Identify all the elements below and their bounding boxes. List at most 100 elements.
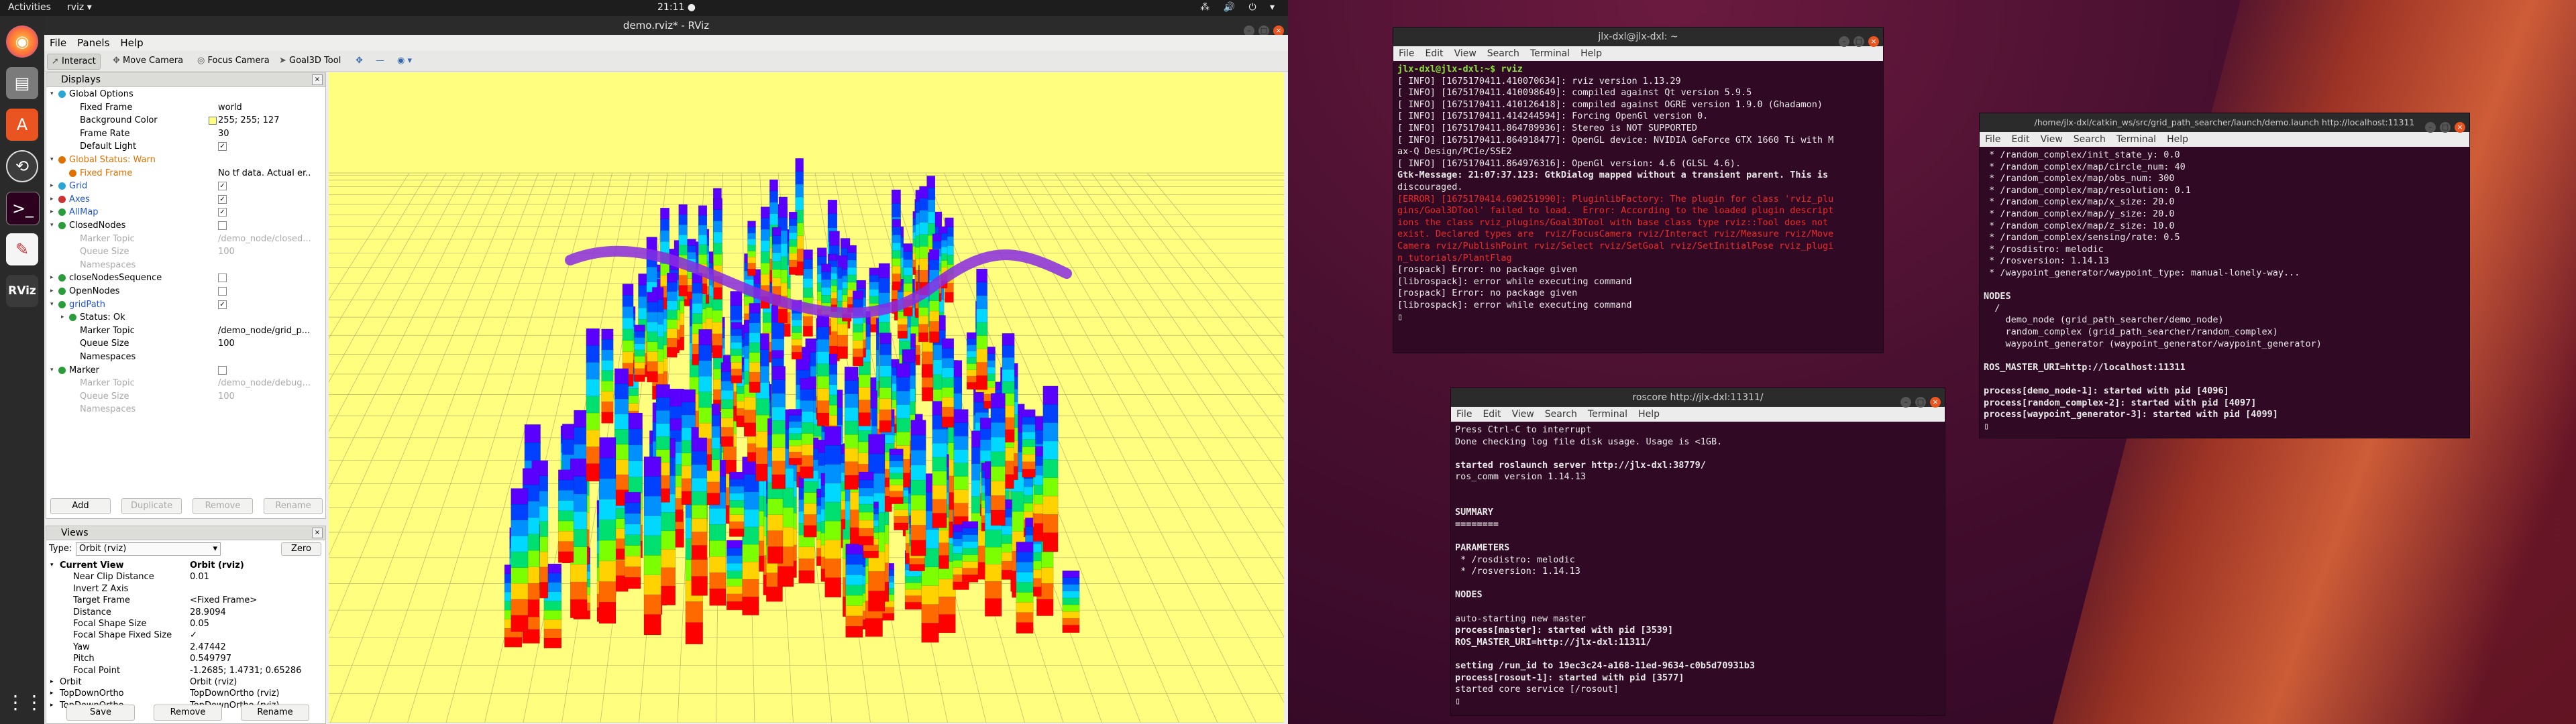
display-row[interactable]: Marker Topic/demo_node/grid_p... bbox=[46, 324, 312, 337]
add-tool-button[interactable]: ✥ bbox=[352, 54, 367, 68]
updates-icon[interactable]: ⟲ bbox=[6, 150, 38, 182]
display-row[interactable]: Marker Topic/demo_node/debug... bbox=[46, 377, 312, 389]
display-row[interactable]: Namespaces bbox=[46, 351, 312, 363]
display-row[interactable]: Queue Size 100 bbox=[46, 337, 312, 350]
close-icon[interactable]: × bbox=[1868, 36, 1879, 47]
display-row[interactable]: Frame Rate 30 bbox=[46, 127, 312, 140]
goal3d-tool[interactable]: ➤ Goal3D Tool bbox=[275, 54, 345, 68]
menu-terminal[interactable]: Terminal bbox=[1582, 409, 1633, 420]
menu-edit[interactable]: Edit bbox=[1419, 48, 1448, 59]
display-row[interactable]: ▾ Marker bbox=[46, 364, 312, 377]
rename-button[interactable]: Rename bbox=[264, 498, 323, 514]
menu-search[interactable]: Search bbox=[1482, 48, 1525, 59]
display-value[interactable]: 30 bbox=[218, 127, 311, 140]
add-button[interactable]: Add bbox=[50, 498, 111, 514]
menu-file[interactable]: File bbox=[1393, 48, 1419, 59]
maximize-icon[interactable]: □ bbox=[1854, 36, 1864, 47]
display-value[interactable]: world bbox=[218, 101, 311, 114]
maximize-icon[interactable]: □ bbox=[2440, 122, 2451, 133]
display-row[interactable]: Namespaces bbox=[46, 403, 312, 416]
display-row[interactable]: ▸ Status: Ok bbox=[46, 311, 312, 324]
menu-file[interactable]: File bbox=[1980, 134, 2006, 145]
expand-arrow-icon[interactable]: ▸ bbox=[50, 285, 54, 298]
menu-help[interactable]: Help bbox=[1633, 409, 1665, 420]
menu-view[interactable]: View bbox=[1507, 409, 1540, 420]
expand-arrow-icon[interactable]: ▸ bbox=[50, 206, 54, 219]
terminal-icon[interactable]: >_ bbox=[6, 192, 40, 225]
firefox-icon[interactable]: ◉ bbox=[6, 25, 38, 58]
display-row[interactable]: Fixed Frame world bbox=[46, 101, 312, 114]
apps-grid-icon[interactable]: ⋮⋮⋮ bbox=[6, 686, 62, 719]
menu-help[interactable]: Help bbox=[1575, 48, 1607, 59]
menu-search[interactable]: Search bbox=[2068, 134, 2111, 145]
display-row[interactable]: Marker Topic/demo_node/closed... bbox=[46, 233, 312, 245]
view-row[interactable]: ▸ TopDownOrtho TopDownOrtho (rviz) bbox=[46, 688, 312, 699]
remove-view-button[interactable]: Remove bbox=[154, 705, 222, 721]
interact-tool[interactable]: ➚ Interact bbox=[47, 54, 101, 70]
remove-tool-button[interactable]: — bbox=[372, 54, 388, 68]
display-checkbox[interactable] bbox=[218, 221, 227, 230]
view-row[interactable]: Near Clip Distance 0.01 bbox=[46, 571, 312, 583]
view-property-value[interactable]: -1.2685; 1.4731; 0.65286 bbox=[190, 665, 311, 676]
view-property-value[interactable]: <Fixed Frame> bbox=[190, 595, 311, 606]
menu-terminal[interactable]: Terminal bbox=[2111, 134, 2161, 145]
view-row[interactable]: ▸ Orbit Orbit (rviz) bbox=[46, 676, 312, 688]
rename-view-button[interactable]: Rename bbox=[241, 705, 309, 721]
close-icon[interactable]: × bbox=[1930, 397, 1941, 408]
expand-arrow-icon[interactable]: ▾ bbox=[50, 219, 54, 232]
expand-arrow-icon[interactable]: ▾ bbox=[50, 364, 54, 377]
view-row[interactable]: Focal Shape Fixed Size ✓ bbox=[46, 629, 312, 641]
menu-help[interactable]: Help bbox=[115, 35, 148, 51]
menu-view[interactable]: View bbox=[2035, 134, 2068, 145]
display-checkbox[interactable]: ✓ bbox=[218, 208, 227, 217]
menu-file[interactable]: File bbox=[44, 35, 72, 51]
expand-arrow-icon[interactable]: ▸ bbox=[50, 676, 54, 688]
view-property-value[interactable]: TopDownOrtho (rviz) bbox=[190, 688, 311, 699]
terminal-demo-launch[interactable]: /home/jlx-dxl/catkin_ws/src/grid_path_se… bbox=[1979, 113, 2470, 438]
display-row[interactable]: ▸ Grid ✓ bbox=[46, 180, 312, 192]
view-row[interactable]: Invert Z Axis bbox=[46, 583, 312, 595]
files-icon[interactable]: ▤ bbox=[6, 67, 38, 99]
display-row[interactable]: Queue Size 100 bbox=[46, 390, 312, 403]
app-menu[interactable]: rviz ▾ bbox=[67, 2, 92, 13]
display-value[interactable]: /demo_node/closed... bbox=[218, 233, 311, 245]
expand-arrow-icon[interactable]: ▾ bbox=[50, 298, 54, 311]
terminal-rviz[interactable]: jlx-dxl@jlx-dxl: ~ – □ × File Edit View Searc… bbox=[1393, 27, 1884, 353]
minimize-icon[interactable]: – bbox=[2425, 122, 2436, 133]
menu-search[interactable]: Search bbox=[1540, 409, 1582, 420]
display-row[interactable]: Namespaces bbox=[46, 259, 312, 272]
menu-view[interactable]: View bbox=[1449, 48, 1482, 59]
display-row[interactable]: Fixed Frame No tf data. Actual er... bbox=[46, 167, 312, 180]
close-icon[interactable]: × bbox=[312, 528, 323, 538]
close-icon[interactable]: × bbox=[312, 74, 323, 85]
clock[interactable]: 21:11 ● bbox=[657, 2, 696, 13]
display-row[interactable]: ▸ Axes ✓ bbox=[46, 193, 312, 206]
close-icon[interactable]: × bbox=[2455, 122, 2465, 133]
software-icon[interactable]: A bbox=[6, 109, 38, 141]
maximize-icon[interactable]: □ bbox=[1915, 397, 1926, 408]
view-row[interactable]: Pitch 0.549797 bbox=[46, 653, 312, 664]
menu-file[interactable]: File bbox=[1451, 409, 1477, 420]
view-property-value[interactable]: 0.01 bbox=[190, 571, 311, 583]
expand-arrow-icon[interactable]: ▾ bbox=[50, 560, 54, 571]
menu-panels[interactable]: Panels bbox=[72, 35, 115, 51]
display-value[interactable]: 100 bbox=[218, 245, 311, 258]
display-row[interactable]: ▾ Global Options bbox=[46, 88, 312, 101]
menu-edit[interactable]: Edit bbox=[1477, 409, 1506, 420]
display-value[interactable]: No tf data. Actual er... bbox=[218, 167, 311, 180]
display-value[interactable]: 100 bbox=[218, 337, 311, 350]
terminal-roscore[interactable]: roscore http://jlx-dxl:11311/ – □ × File Ed… bbox=[1450, 387, 1945, 716]
view-type-select[interactable]: Orbit (rviz) ▾ bbox=[76, 542, 221, 556]
view-property-value[interactable]: Orbit (rviz) bbox=[190, 560, 311, 571]
rviz-icon[interactable]: RViz bbox=[6, 275, 38, 307]
display-row[interactable]: ▾ ClosedNodes bbox=[46, 219, 312, 232]
display-checkbox[interactable] bbox=[218, 287, 227, 296]
menu-help[interactable]: Help bbox=[2161, 134, 2194, 145]
display-value[interactable]: 100 bbox=[218, 390, 311, 403]
color-swatch[interactable] bbox=[209, 117, 217, 125]
display-row[interactable]: Default Light ✓ bbox=[46, 140, 312, 153]
expand-arrow-icon[interactable]: ▸ bbox=[50, 272, 54, 284]
display-row[interactable]: ▾ gridPath ✓ bbox=[46, 298, 312, 311]
display-value[interactable]: 255; 255; 127 bbox=[218, 114, 311, 127]
menu-terminal[interactable]: Terminal bbox=[1525, 48, 1575, 59]
